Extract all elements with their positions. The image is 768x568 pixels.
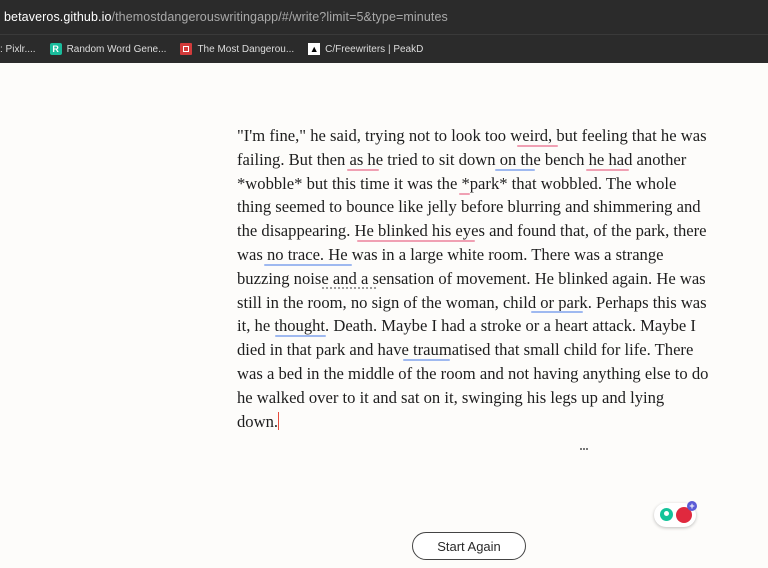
grammarly-icon bbox=[660, 508, 673, 521]
url-host: betaveros.github.io bbox=[4, 10, 112, 24]
a-icon: ▲ bbox=[308, 43, 321, 55]
bookmark-label: Random Word Gene... bbox=[66, 43, 167, 55]
grammar-underline bbox=[275, 335, 326, 337]
bookmark-most-dangerous[interactable]: The Most Dangerou... bbox=[180, 43, 294, 55]
grammarly-widget[interactable]: + bbox=[654, 501, 697, 527]
red-square-icon bbox=[180, 43, 193, 55]
bookmark-random-word[interactable]: R Random Word Gene... bbox=[49, 43, 167, 55]
essay-text: "I'm fine," he said, trying not to look … bbox=[237, 126, 709, 431]
grammar-underline bbox=[403, 359, 450, 361]
writing-area[interactable]: "I'm fine," he said, trying not to look … bbox=[237, 124, 709, 433]
start-again-button[interactable]: Start Again bbox=[412, 532, 526, 560]
spelling-underline bbox=[357, 240, 475, 242]
bookmark-freewriters[interactable]: ▲ C/Freewriters | PeakD bbox=[308, 43, 423, 55]
bookmark-pixlr[interactable]: : Pixlr.... bbox=[0, 44, 36, 55]
grammar-underline bbox=[495, 169, 535, 171]
url-text[interactable]: betaveros.github.io/themostdangerouswrit… bbox=[4, 10, 448, 24]
plus-icon: + bbox=[687, 501, 697, 511]
spelling-underline bbox=[586, 169, 629, 171]
text-cursor bbox=[278, 411, 280, 430]
bookmark-label: The Most Dangerou... bbox=[197, 43, 295, 55]
grammar-underline bbox=[531, 311, 583, 313]
spelling-underline bbox=[517, 145, 558, 147]
spelling-underline bbox=[459, 193, 470, 195]
bookmarks-bar: : Pixlr.... R Random Word Gene... The Mo… bbox=[0, 34, 768, 63]
style-underline bbox=[322, 287, 376, 289]
more-options-icon[interactable] bbox=[580, 437, 590, 450]
r-icon: R bbox=[49, 43, 62, 55]
address-bar[interactable]: betaveros.github.io/themostdangerouswrit… bbox=[0, 0, 768, 34]
url-path: /themostdangerouswritingapp/#/write?limi… bbox=[111, 10, 448, 24]
spelling-underline bbox=[347, 169, 379, 171]
grammar-underline bbox=[264, 264, 352, 266]
bookmark-label: C/Freewriters | PeakD bbox=[325, 43, 424, 55]
bookmark-label: : Pixlr.... bbox=[0, 43, 36, 55]
